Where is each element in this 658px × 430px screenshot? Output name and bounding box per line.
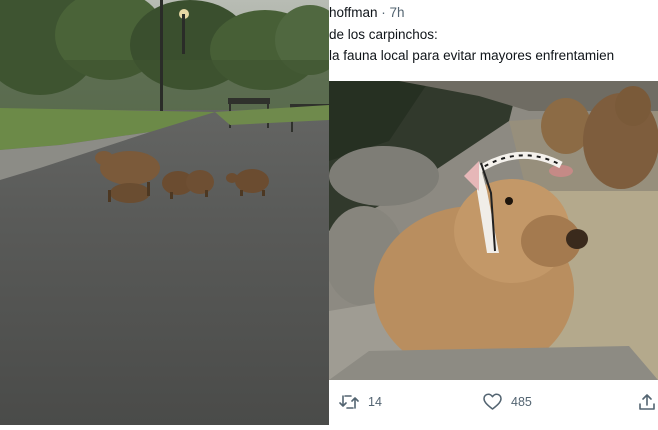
retweet-button[interactable]: 14 [339, 393, 382, 411]
like-count: 485 [511, 395, 532, 409]
author-handle[interactable]: hoffman [329, 5, 378, 20]
like-button[interactable]: 485 [483, 393, 532, 411]
heart-icon [483, 393, 502, 411]
retweet-icon [339, 393, 359, 411]
separator-dot: · [377, 5, 390, 20]
tweet-text-line-2: la fauna local para evitar mayores enfre… [329, 48, 615, 63]
street-capybara-photo[interactable] [0, 0, 345, 425]
tweet-body: hoffman · 7h de los carpinchos: la fauna… [329, 0, 658, 80]
share-icon [638, 393, 656, 411]
tweet-text-line-1: de los carpinchos: [329, 27, 438, 42]
tweet-actions: 14 485 [329, 380, 658, 425]
capybara-bow-photo[interactable] [329, 81, 658, 380]
tweet-panel: hoffman · 7h de los carpinchos: la fauna… [329, 0, 658, 425]
tweet-timestamp[interactable]: 7h [390, 5, 405, 20]
share-button[interactable] [638, 393, 656, 411]
retweet-count: 14 [368, 395, 382, 409]
tweet-header: hoffman · 7h [329, 2, 405, 24]
